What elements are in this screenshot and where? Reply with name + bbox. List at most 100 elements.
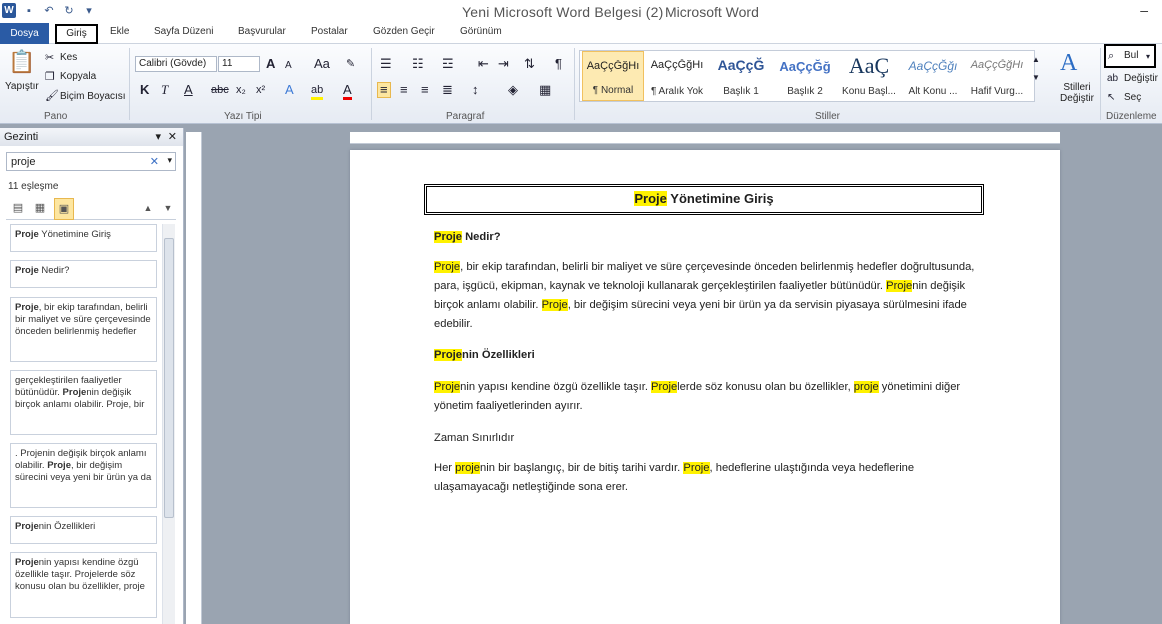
line-spacing-icon[interactable]: ↕ — [472, 83, 479, 97]
document-page[interactable]: Proje Yönetimine Giriş Proje Nedir? Proj… — [350, 150, 1060, 624]
grow-font-icon[interactable]: A — [266, 57, 275, 71]
tab-home[interactable]: Giriş — [55, 24, 98, 44]
tab-view[interactable]: Görünüm — [460, 26, 502, 37]
tab-references[interactable]: Başvurular — [238, 26, 286, 37]
shrink-font-icon[interactable]: A — [285, 59, 292, 73]
font-size-select[interactable]: 11 — [218, 56, 260, 72]
sort-icon[interactable]: ⇅ — [524, 57, 535, 71]
select-icon[interactable]: ↖ — [1107, 91, 1115, 105]
bold-icon[interactable]: K — [140, 83, 149, 97]
search-result[interactable]: Proje Nedir? — [10, 260, 157, 288]
paste-button[interactable]: Yapıştır — [5, 81, 39, 92]
format-painter-icon[interactable]: 🖌 — [45, 89, 59, 103]
copy-button[interactable]: Kopyala — [60, 71, 96, 82]
paste-icon[interactable]: 📋 — [8, 50, 35, 74]
tab-page-layout[interactable]: Sayfa Düzeni — [154, 26, 213, 37]
multilevel-list-icon[interactable]: ☲ — [442, 57, 454, 71]
cut-icon[interactable]: ✂ — [45, 51, 54, 65]
highlight-icon[interactable]: ab — [311, 83, 324, 100]
close-icon[interactable]: ✕ — [168, 128, 177, 146]
increase-indent-icon[interactable]: ⇥ — [498, 57, 509, 71]
search-result[interactable]: . Projenin değişik birçok anlamı olabili… — [10, 443, 157, 508]
search-result[interactable]: Projenin Özellikleri — [10, 516, 157, 544]
change-case-icon[interactable]: Aa — [314, 57, 330, 71]
pane-options-icon[interactable]: ▾ — [155, 128, 161, 146]
search-result[interactable]: Projenin yapısı kendine özgü özellikle t… — [10, 552, 157, 618]
underline-icon[interactable]: A — [184, 83, 193, 97]
change-styles-button[interactable]: Stilleri Değiştir — [1058, 82, 1096, 104]
italic-icon[interactable]: T — [161, 83, 168, 97]
minimize-button[interactable]: – — [1140, 2, 1148, 18]
bullets-icon[interactable]: ☰ — [380, 57, 392, 71]
align-right-icon[interactable]: ≡ — [421, 83, 429, 97]
find-button[interactable]: ⌕ Bul ▾ — [1104, 44, 1156, 68]
replace-button[interactable]: Değiştir — [1124, 73, 1158, 84]
horizontal-ruler[interactable] — [350, 132, 1060, 144]
style-no-spacing[interactable]: AaÇçĞğHı ¶ Aralık Yok — [646, 51, 708, 101]
tab-review[interactable]: Gözden Geçir — [373, 26, 435, 37]
chevron-down-icon: ▾ — [1146, 52, 1151, 61]
search-result[interactable]: gerçekleştirilen faaliyetler bütünüdür. … — [10, 370, 157, 435]
justify-icon[interactable]: ≣ — [442, 83, 453, 97]
search-options-icon[interactable]: ▾ — [167, 155, 172, 166]
undo-icon[interactable]: ↶ — [42, 4, 56, 18]
tab-file[interactable]: Dosya — [0, 23, 49, 44]
copy-icon[interactable]: ❐ — [45, 70, 55, 84]
numbering-icon[interactable]: ☷ — [412, 57, 424, 71]
redo-icon[interactable]: ↻ — [62, 4, 76, 18]
text-effects-icon[interactable]: A — [285, 83, 294, 97]
shading-icon[interactable]: ◈ — [508, 83, 518, 97]
results-view-icon[interactable]: ▣ — [54, 198, 74, 220]
decrease-indent-icon[interactable]: ⇤ — [478, 57, 489, 71]
style-heading-1[interactable]: AaÇçĞ Başlık 1 — [710, 51, 772, 101]
search-result[interactable]: Proje, bir ekip tarafından, belirli bir … — [10, 297, 157, 362]
headings-view-icon[interactable]: ▤ — [8, 198, 28, 220]
align-center-icon[interactable]: ≡ — [400, 83, 408, 97]
navigation-title: Gezinti — [4, 131, 39, 143]
scrollbar-thumb[interactable] — [164, 238, 174, 518]
clear-formatting-icon[interactable]: ✎ — [346, 57, 355, 71]
show-formatting-icon[interactable]: ¶ — [555, 57, 562, 71]
customize-quick-access-icon[interactable]: ▾ — [82, 4, 96, 18]
section-heading[interactable]: Projenin Özellikleri — [434, 346, 979, 365]
tab-insert[interactable]: Ekle — [110, 26, 129, 37]
paragraph[interactable]: Her projenin bir başlangıç, bir de bitiş… — [434, 459, 979, 497]
search-input[interactable]: proje — [11, 156, 35, 168]
subscript-icon[interactable]: x₂ — [236, 83, 246, 97]
paragraph[interactable]: Proje, bir ekip tarafından, belirli bir … — [434, 258, 979, 334]
font-name-select[interactable]: Calibri (Gövde) — [135, 56, 217, 72]
clear-search-icon[interactable]: ✕ — [150, 155, 159, 168]
format-painter-button[interactable]: Biçim Boyacısı — [60, 91, 126, 102]
superscript-icon[interactable]: x² — [256, 83, 265, 97]
save-icon[interactable]: ▪ — [22, 4, 36, 18]
gallery-scroll-down-icon[interactable]: ▼ — [1032, 71, 1040, 85]
previous-result-icon[interactable]: ▲ — [138, 198, 158, 220]
borders-icon[interactable]: ▦ — [539, 83, 551, 97]
document-heading[interactable]: Proje Yönetimine Giriş — [424, 184, 984, 215]
word-logo-icon[interactable]: W — [2, 3, 16, 18]
style-title[interactable]: AaÇ Konu Başl... — [838, 51, 900, 101]
section-heading[interactable]: Proje Nedir? — [434, 228, 979, 247]
pages-view-icon[interactable]: ▦ — [30, 198, 50, 220]
gallery-scroll-up-icon[interactable]: ▲ — [1032, 53, 1040, 67]
strikethrough-icon[interactable]: abc — [211, 83, 229, 97]
style-normal[interactable]: AaÇçĞğHı ¶ Normal — [582, 51, 644, 101]
replace-icon[interactable]: ab — [1107, 72, 1118, 86]
change-styles-icon[interactable]: A — [1060, 50, 1077, 76]
nav-search-field[interactable]: proje ✕ ▾ — [6, 152, 176, 171]
paragraph[interactable]: Projenin yapısı kendine özgü özellikle t… — [434, 378, 979, 416]
style-heading-2[interactable]: AaÇçĞğ Başlık 2 — [774, 51, 836, 101]
subheading[interactable]: Zaman Sınırlıdır — [434, 429, 979, 448]
style-subtle-emphasis[interactable]: AaÇçĞğHı Hafif Vurg... — [966, 51, 1028, 101]
cut-button[interactable]: Kes — [60, 52, 77, 63]
next-result-icon[interactable]: ▼ — [158, 198, 178, 220]
search-result[interactable]: Proje Yönetimine Giriş — [10, 224, 157, 252]
nav-view-tabs: ▤ ▦ ▣ ▲ ▼ — [6, 198, 176, 220]
style-subtitle[interactable]: AaÇçĞğı Alt Konu ... — [902, 51, 964, 101]
tab-mailings[interactable]: Postalar — [311, 26, 348, 37]
group-separator — [371, 48, 372, 120]
font-color-icon[interactable]: A — [343, 83, 352, 100]
results-scrollbar[interactable] — [162, 224, 175, 624]
select-button[interactable]: Seç — [1124, 92, 1141, 103]
align-left-icon[interactable]: ≡ — [377, 82, 391, 98]
